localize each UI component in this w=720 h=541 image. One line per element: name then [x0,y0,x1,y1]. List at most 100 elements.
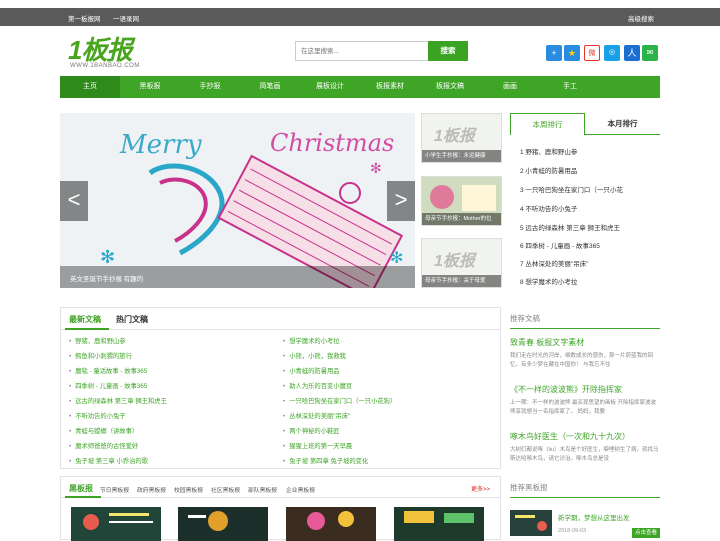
list-item[interactable]: • 青蛙与螳螂（讲故事） [69,426,138,435]
nav-huahua[interactable]: 画画 [480,76,540,98]
list-item[interactable]: • 兔子坡 第三章 小乔治的歌 [69,456,148,465]
list-item[interactable]: • 小熊，小熊，我救我 [283,351,346,360]
nav-zhanban[interactable]: 展板设计 [300,76,360,98]
rank-item[interactable]: 4 不听劝告的小兔子 [520,203,577,213]
section-heading: 推荐文稿 [510,314,540,323]
sub-link[interactable]: 节日黑板报 [100,485,129,494]
star-icon[interactable]: ★ [564,45,580,61]
section-heading: 黑板报 [69,484,93,493]
rec-desc: 我们走在时光的河岸，细数成长的感伤，那一片蔚蓝我的回忆，有多少梦在藏在中国你！ … [510,353,654,368]
list-item[interactable]: • 猩猩上班的第一天早晨 [283,441,352,450]
rank-item[interactable]: 7 丛林深处的美丽"吊床" [520,258,589,268]
thumb-caption: 母亲节手抄报：Mother的位 [422,213,501,225]
list-item[interactable]: • 魔毯 - 童话故事 - 故事365 [69,366,147,375]
blackboard-section: 黑板报 节日黑板报 政府黑板报 校园黑板报 社区黑板报 部队黑板报 企业黑板报 … [60,476,501,541]
search-input[interactable] [295,41,429,61]
rank-item[interactable]: 6 四季树 - 儿童画 - 故事365 [520,240,600,250]
slider-caption-bar: 英文圣诞节手抄报 有趣的 [60,266,415,288]
rank-item[interactable]: 5 远古的绿森林 第三章 狮王和虎王 [520,222,620,232]
svg-text:Merry: Merry [119,130,202,160]
sub-link[interactable]: 校园黑板报 [174,485,203,494]
top-bar: 第一板报网 一语录网 高级搜索 [0,8,720,26]
image-slider[interactable]: Merry Christmas ✻ ✻ ✻ < > 英文圣诞节手抄报 有趣的 [60,113,415,288]
articles-panel: 最新文稿 热门文稿 • 野猪、鹿和野山参 • 鳄鱼和小刺猬的旅行 • 魔毯 - 童话故… [60,307,501,469]
list-item[interactable]: • 不听劝告的小兔子 [69,411,126,420]
list-item[interactable]: • 想学魔术的小考拉 [283,336,340,345]
recommended-articles: 推荐文稿 致青春 板报文字素材 我们走在时光的河岸，细数成长的感伤，那一片蔚蓝我… [510,307,660,469]
rec-title[interactable]: 啄木鸟好医生（一次和九十九次） [510,431,630,442]
list-item[interactable]: • 野猪、鹿和野山参 [69,336,126,345]
list-item[interactable]: • 鳄鱼和小刺猬的旅行 [69,351,132,360]
view-button[interactable]: 点击查看 [632,528,660,538]
list-item[interactable]: • 小青蛙的防暑用品 [283,366,340,375]
tab-latest[interactable]: 最新文稿 [69,314,101,325]
rank-item[interactable]: 3 一只哈巴狗坐在家门口（一只小花 [520,184,623,194]
thumb-1[interactable]: 1板报 小学生手抄报：永远健康 [421,113,502,163]
site-logo[interactable]: 1板报 WWW.1BANBAO.COM [68,36,158,72]
slider-image: Merry Christmas ✻ ✻ ✻ [60,113,415,288]
slider-next-arrow[interactable]: > [387,181,415,221]
thumb-caption: 母亲节手抄报：关于母爱 [422,275,501,287]
wechat-icon[interactable]: ✉ [642,45,658,61]
tab-hot[interactable]: 热门文稿 [116,314,148,325]
list-item[interactable]: • 魔术师爸爸的古怪爱好 [69,441,138,450]
svg-text:✻: ✻ [100,247,115,267]
nav-home[interactable]: 主页 [60,76,120,98]
nav-jianbihua[interactable]: 简笔画 [240,76,300,98]
thumb-logo: 1板报 [434,128,475,145]
list-item[interactable]: • 助人为乐的百变小魔豆 [283,381,352,390]
tuijian-title[interactable]: 新学期，梦想从这里出发 [558,512,630,522]
svg-text:✻: ✻ [370,160,382,176]
top-link-yuluwang[interactable]: 一语录网 [113,13,139,23]
main-nav: 主页 黑板报 手抄报 简笔画 展板设计 板报素材 板报文稿 画画 手工 [60,76,660,98]
logo-mark: 1板报 [68,35,132,65]
list-item[interactable]: • 两个神秘的小鞋匠 [283,426,340,435]
nav-shouchaobao[interactable]: 手抄报 [180,76,240,98]
chat-icon[interactable]: ◎ [604,45,620,61]
list-item[interactable]: • 一只哈巴狗坐在家门口（一只小花狗） [283,396,396,405]
blackboard-thumb[interactable] [71,507,161,541]
ranking-panel: 本周排行 本月排行 1 野猪、鹿和野山参 2 小青蛙的防暑用品 3 一只哈巴狗坐… [510,113,660,290]
search-button[interactable]: 搜索 [428,41,468,61]
sub-link[interactable]: 部队黑板报 [248,485,277,494]
tab-monthly-rank[interactable]: 本月排行 [585,113,660,135]
sub-link[interactable]: 政府黑板报 [137,485,166,494]
rank-item[interactable]: 8 想学魔术的小考拉 [520,276,577,286]
section-heading: 推荐黑板报 [510,483,548,492]
rank-item[interactable]: 1 野猪、鹿和野山参 [520,146,577,156]
recommended-blackboards: 推荐黑板报 新学期，梦想从这里出发 2018-09-03 点击查看 [510,476,660,540]
nav-wengao[interactable]: 板报文稿 [420,76,480,98]
thumb-2[interactable]: 母亲节手抄报：Mother的位 [421,176,502,226]
list-item[interactable]: • 远古的绿森林 第三章 狮王和虎王 [69,396,167,405]
thumb-3[interactable]: 1板报 母亲节手抄报：关于母爱 [421,238,502,288]
rec-title[interactable]: 《不一样的波波熊》开除指挥家 [510,384,622,395]
sub-link[interactable]: 企业黑板报 [286,485,315,494]
tuijian-date: 2018-09-03 [558,528,587,534]
rank-item[interactable]: 2 小青蛙的防暑用品 [520,165,577,175]
plus-icon[interactable]: + [546,45,562,61]
nav-sucai[interactable]: 板报素材 [360,76,420,98]
weibo-icon[interactable]: 微 [584,45,600,61]
rec-title[interactable]: 致青春 板报文字素材 [510,337,584,348]
list-item[interactable]: • 四季树 - 儿童画 - 故事365 [69,381,147,390]
nav-heibanbao[interactable]: 黑板报 [120,76,180,98]
rec-desc: 大树们都说啄（liu）木鸟是个好医生，噼哩树生了病，就找马斯达哈啄木鸟，请它诊治… [510,447,659,462]
renren-icon[interactable]: 人 [624,45,640,61]
list-item[interactable]: • 丛林深处的美丽"吊床" [283,411,350,420]
slider-caption[interactable]: 英文圣诞节手抄报 有趣的 [70,273,143,283]
list-item[interactable]: • 兔子坡 第四章 兔子坡的变化 [283,456,368,465]
svg-text:✻: ✻ [390,250,403,267]
sub-link[interactable]: 社区黑板报 [211,485,240,494]
svg-text:Christmas: Christmas [270,129,394,157]
advanced-search-link[interactable]: 高级搜索 [628,13,654,23]
top-link-diyi[interactable]: 第一板报网 [68,13,101,23]
tab-weekly-rank[interactable]: 本周排行 [510,113,585,135]
blackboard-thumb[interactable] [286,507,376,541]
nav-shougong[interactable]: 手工 [540,76,600,98]
more-link[interactable]: 更多>> [471,484,490,493]
slider-prev-arrow[interactable]: < [60,181,88,221]
blackboard-thumb[interactable] [394,507,484,541]
tuijian-thumb[interactable] [510,510,552,536]
thumb-caption: 小学生手抄报：永远健康 [422,150,501,162]
blackboard-thumb[interactable] [178,507,268,541]
